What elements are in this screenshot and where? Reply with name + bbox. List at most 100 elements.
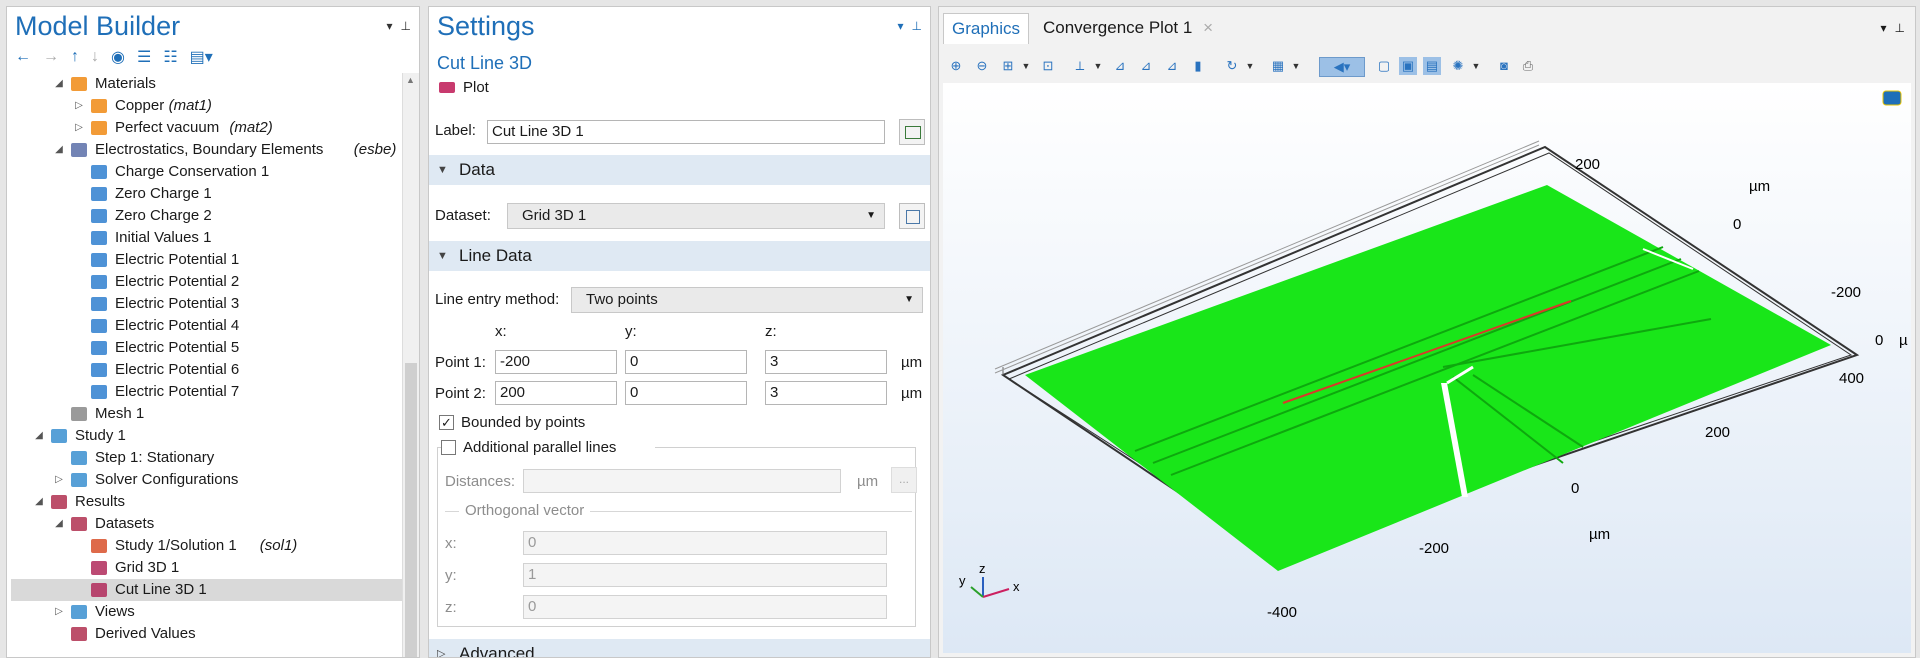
tree-item[interactable]: ◢ Study 1: [11, 425, 403, 447]
chevron-down-icon[interactable]: ▼: [1241, 57, 1259, 75]
point1-x-input[interactable]: -200: [495, 350, 617, 374]
tree-item[interactable]: ▷ Perfect vacuum (mat2): [11, 117, 403, 139]
scrollbar-thumb[interactable]: [405, 363, 417, 657]
pin-icon[interactable]: ⊥: [401, 19, 411, 33]
chevron-down-icon[interactable]: ▼: [1287, 57, 1305, 75]
tree-item[interactable]: Mesh 1: [11, 403, 403, 425]
axis-orientation-icon[interactable]: ⟂: [1071, 57, 1089, 75]
collapse-icon[interactable]: ◢: [33, 491, 45, 513]
expand-all-icon[interactable]: ☷: [163, 47, 177, 67]
tree-scrollbar[interactable]: ▲: [402, 73, 419, 657]
chevron-down-icon[interactable]: ▼: [1089, 57, 1107, 75]
go-to-source-button[interactable]: [899, 203, 925, 229]
tree-item[interactable]: ▷ Copper (mat1): [11, 95, 403, 117]
chevron-down-icon[interactable]: ▼: [1017, 57, 1035, 75]
advanced-section-header[interactable]: ▷ Advanced: [429, 639, 930, 657]
point2-x-input[interactable]: 200: [495, 381, 617, 405]
line-data-section-header[interactable]: ▼ Line Data: [429, 241, 930, 271]
grid-icon[interactable]: ▣: [1399, 57, 1417, 75]
line-entry-method-select[interactable]: Two points ▼: [571, 287, 923, 313]
tree-item[interactable]: Electric Potential 3: [11, 293, 403, 315]
zoom-box-icon[interactable]: ⊞: [999, 57, 1017, 75]
distances-input[interactable]: [523, 469, 841, 493]
pin-icon[interactable]: ⊥: [912, 19, 922, 33]
tree-item[interactable]: Zero Charge 1: [11, 183, 403, 205]
tree-item[interactable]: Electric Potential 7: [11, 381, 403, 403]
tree-item[interactable]: Electric Potential 5: [11, 337, 403, 359]
zoom-out-icon[interactable]: ⊖: [973, 57, 991, 75]
tree-item[interactable]: Electric Potential 6: [11, 359, 403, 381]
expand-icon[interactable]: ▷: [53, 601, 65, 623]
view-options-icon[interactable]: ▤▾: [190, 47, 213, 67]
camera-aperture-icon[interactable]: ✺: [1449, 57, 1467, 75]
collapse-icon[interactable]: ◢: [53, 73, 65, 95]
collapse-icon[interactable]: ◢: [33, 425, 45, 447]
chevron-down-icon[interactable]: ▼: [1467, 57, 1485, 75]
move-up-icon[interactable]: ↑: [71, 48, 79, 66]
panel-menu-icon[interactable]: ▾: [1881, 21, 1887, 35]
move-down-icon[interactable]: ↓: [91, 48, 99, 66]
tree-item[interactable]: Cut Line 3D 1: [11, 579, 403, 601]
tree-item[interactable]: Zero Charge 2: [11, 205, 403, 227]
collapse-icon[interactable]: ◢: [53, 139, 65, 161]
scroll-up-icon[interactable]: ▲: [406, 75, 415, 85]
collapse-icon[interactable]: ◢: [53, 513, 65, 535]
tab-convergence-plot[interactable]: Convergence Plot 1 ×: [1035, 13, 1221, 43]
tree-item[interactable]: ◢ Results: [11, 491, 403, 513]
tree-item[interactable]: Step 1: Stationary: [11, 447, 403, 469]
view-xz-icon[interactable]: ⊿: [1163, 57, 1181, 75]
point1-z-input[interactable]: 3: [765, 350, 887, 374]
additional-parallel-lines-checkbox[interactable]: [441, 440, 456, 455]
point1-y-input[interactable]: 0: [625, 350, 747, 374]
tree-item[interactable]: Electric Potential 1: [11, 249, 403, 271]
tree-item[interactable]: Derived Values: [11, 623, 403, 645]
label-input[interactable]: Cut Line 3D 1: [487, 120, 885, 144]
tree-item[interactable]: Electric Potential 4: [11, 315, 403, 337]
distances-browse-button[interactable]: ...: [891, 467, 917, 493]
orth-x-input[interactable]: 0: [523, 531, 887, 555]
plot-button[interactable]: Plot: [439, 79, 489, 96]
expand-icon[interactable]: ▷: [73, 95, 85, 117]
tree-item[interactable]: Electric Potential 2: [11, 271, 403, 293]
orth-z-input[interactable]: 0: [523, 595, 887, 619]
panel-menu-icon[interactable]: ▾: [387, 19, 393, 33]
zoom-extents-icon[interactable]: ⊡: [1039, 57, 1057, 75]
tree-item[interactable]: Initial Values 1: [11, 227, 403, 249]
tree-item[interactable]: Grid 3D 1: [11, 557, 403, 579]
point2-y-input[interactable]: 0: [625, 381, 747, 405]
transparency-toggle-icon[interactable]: ◀▾: [1319, 57, 1365, 77]
point2-z-input[interactable]: 3: [765, 381, 887, 405]
tree-item[interactable]: ◢ Materials: [11, 73, 403, 95]
view-yz-icon[interactable]: ⊿: [1137, 57, 1155, 75]
forward-arrow-icon[interactable]: →: [43, 48, 59, 66]
expand-icon[interactable]: ▷: [73, 117, 85, 139]
dataset-select[interactable]: Grid 3D 1 ▼: [507, 203, 885, 229]
collapse-all-icon[interactable]: ☰: [137, 47, 151, 67]
show-icon[interactable]: ◉: [111, 47, 125, 67]
close-icon[interactable]: ×: [1203, 18, 1213, 37]
label-options-button[interactable]: [899, 119, 925, 145]
axes-icon[interactable]: ▤: [1423, 57, 1441, 75]
tree-item[interactable]: Charge Conservation 1: [11, 161, 403, 183]
tree-item[interactable]: Study 1/Solution 1 (sol1): [11, 535, 403, 557]
scene-light-icon[interactable]: ▦: [1269, 57, 1287, 75]
view-xy-icon[interactable]: ⊿: [1111, 57, 1129, 75]
back-arrow-icon[interactable]: ←: [15, 48, 31, 66]
light-icon[interactable]: ▮: [1189, 57, 1207, 75]
camera-icon[interactable]: ◙: [1495, 57, 1513, 75]
panel-menu-icon[interactable]: ▾: [898, 19, 904, 33]
rotate-icon[interactable]: ↻: [1223, 57, 1241, 75]
zoom-in-icon[interactable]: ⊕: [947, 57, 965, 75]
pin-icon[interactable]: ⊥: [1895, 21, 1905, 35]
tree-item[interactable]: ▷ Views: [11, 601, 403, 623]
bounded-by-points-checkbox[interactable]: ✓: [439, 415, 454, 430]
wireframe-icon[interactable]: ▢: [1375, 57, 1393, 75]
tab-graphics[interactable]: Graphics: [943, 13, 1030, 44]
graphics-canvas[interactable]: 200 µm 0 -200 0 µ 400 200 0 µm -200 -400…: [943, 83, 1911, 653]
tree-item[interactable]: ◢ Datasets: [11, 513, 403, 535]
expand-icon[interactable]: ▷: [53, 469, 65, 491]
orth-y-input[interactable]: 1: [523, 563, 887, 587]
data-section-header[interactable]: ▼ Data: [429, 155, 930, 185]
tree-item[interactable]: ◢ Electrostatics, Boundary Elements (esbe): [11, 139, 403, 161]
tree-item[interactable]: ▷ Solver Configurations: [11, 469, 403, 491]
